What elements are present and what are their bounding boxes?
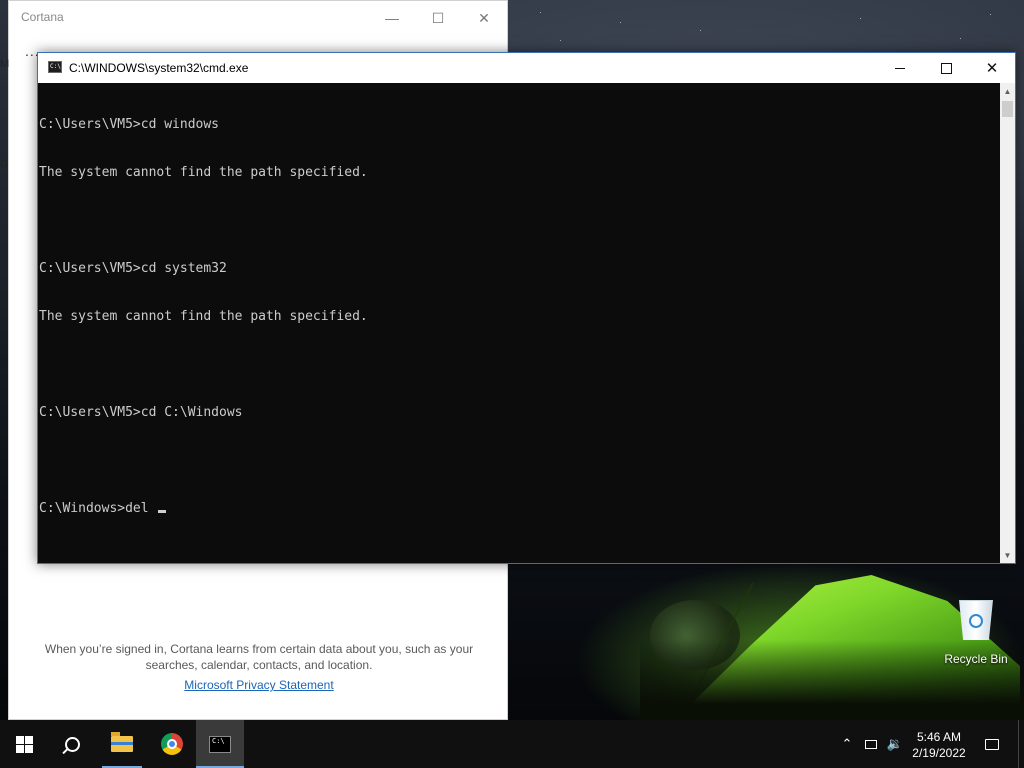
maximize-icon xyxy=(940,62,952,74)
console-line: C:\Users\VM5>cd system32 xyxy=(39,261,227,276)
cmd-window-title: C:\WINDOWS\system32\cmd.exe xyxy=(69,61,249,75)
cortana-info-text: When you’re signed in, Cortana learns fr… xyxy=(44,642,474,672)
cortana-window-controls: — ☐ ✕ xyxy=(369,1,507,35)
taskbar-clock[interactable]: 5:46 AM 2/19/2022 xyxy=(904,729,974,761)
scrollbar-thumb[interactable] xyxy=(1002,101,1013,117)
recycle-bin-icon xyxy=(959,600,993,640)
windows-logo-icon xyxy=(15,735,33,753)
volume-icon: 🔉 xyxy=(886,736,904,751)
close-button[interactable]: ✕ xyxy=(969,53,1015,83)
console-prompt-line[interactable]: C:\Windows>del xyxy=(39,501,1000,517)
chrome-icon xyxy=(161,733,183,755)
minimize-icon xyxy=(895,67,905,69)
cortana-minimize-button[interactable]: — xyxy=(369,1,415,35)
file-explorer-icon xyxy=(111,732,133,752)
show-hidden-icons-button[interactable]: ⌃ xyxy=(836,720,858,768)
cmd-titlebar[interactable]: C:\ C:\WINDOWS\system32\cmd.exe ✕ xyxy=(38,53,1015,83)
text-cursor xyxy=(158,510,167,513)
cortana-edge-letter: D xyxy=(0,158,8,170)
clock-time: 5:46 AM xyxy=(916,730,962,744)
cmd-window: C:\ C:\WINDOWS\system32\cmd.exe ✕ C:\Use… xyxy=(37,52,1016,564)
start-button[interactable] xyxy=(0,720,48,768)
taskbar: C:\ ⌃ 🔉 5:46 AM 2/19/2022 xyxy=(0,720,1024,768)
cmd-window-icon[interactable]: C:\ xyxy=(48,61,62,73)
close-icon: ✕ xyxy=(985,60,999,77)
clock-date: 2/19/2022 xyxy=(912,746,966,760)
cmd-window-controls: ✕ xyxy=(877,53,1015,83)
search-button[interactable] xyxy=(48,720,96,768)
cmd-taskbar-button[interactable]: C:\ xyxy=(196,720,244,768)
show-desktop-button[interactable] xyxy=(1018,720,1024,768)
privacy-statement-link[interactable]: Microsoft Privacy Statement xyxy=(9,678,509,692)
cmd-console[interactable]: C:\Users\VM5>cd windows The system canno… xyxy=(38,83,1000,563)
search-icon xyxy=(64,736,80,752)
notification-icon xyxy=(985,738,999,750)
console-line: C:\Users\VM5>cd windows xyxy=(39,117,220,132)
chevron-up-icon: ⌃ xyxy=(841,736,853,751)
recycle-bin[interactable]: Recycle Bin xyxy=(940,600,1012,666)
console-line: C:\Users\VM5>cd C:\Windows xyxy=(39,405,243,420)
cmd-icon: C:\ xyxy=(209,735,231,753)
chrome-button[interactable] xyxy=(148,720,196,768)
console-prompt: C:\Windows>del xyxy=(39,501,157,516)
volume-button[interactable]: 🔉 xyxy=(884,720,906,768)
maximize-button[interactable] xyxy=(923,53,969,83)
recycle-bin-label: Recycle Bin xyxy=(944,652,1008,666)
scroll-down-arrow[interactable]: ▼ xyxy=(1000,547,1015,563)
action-center-button[interactable] xyxy=(980,720,1004,768)
minimize-button[interactable] xyxy=(877,53,923,83)
cortana-title: Cortana xyxy=(21,10,64,24)
cortana-close-button[interactable]: ✕ xyxy=(461,1,507,35)
network-button[interactable] xyxy=(860,720,882,768)
cortana-maximize-button[interactable]: ☐ xyxy=(415,1,461,35)
network-icon xyxy=(865,739,877,749)
file-explorer-button[interactable] xyxy=(98,720,146,768)
scroll-up-arrow[interactable]: ▲ xyxy=(1000,83,1015,99)
cortana-edge-letter: M xyxy=(0,58,10,70)
console-line: The system cannot find the path specifie… xyxy=(39,165,368,180)
console-line: The system cannot find the path specifie… xyxy=(39,309,368,324)
vertical-scrollbar[interactable]: ▲ ▼ xyxy=(1000,83,1015,563)
